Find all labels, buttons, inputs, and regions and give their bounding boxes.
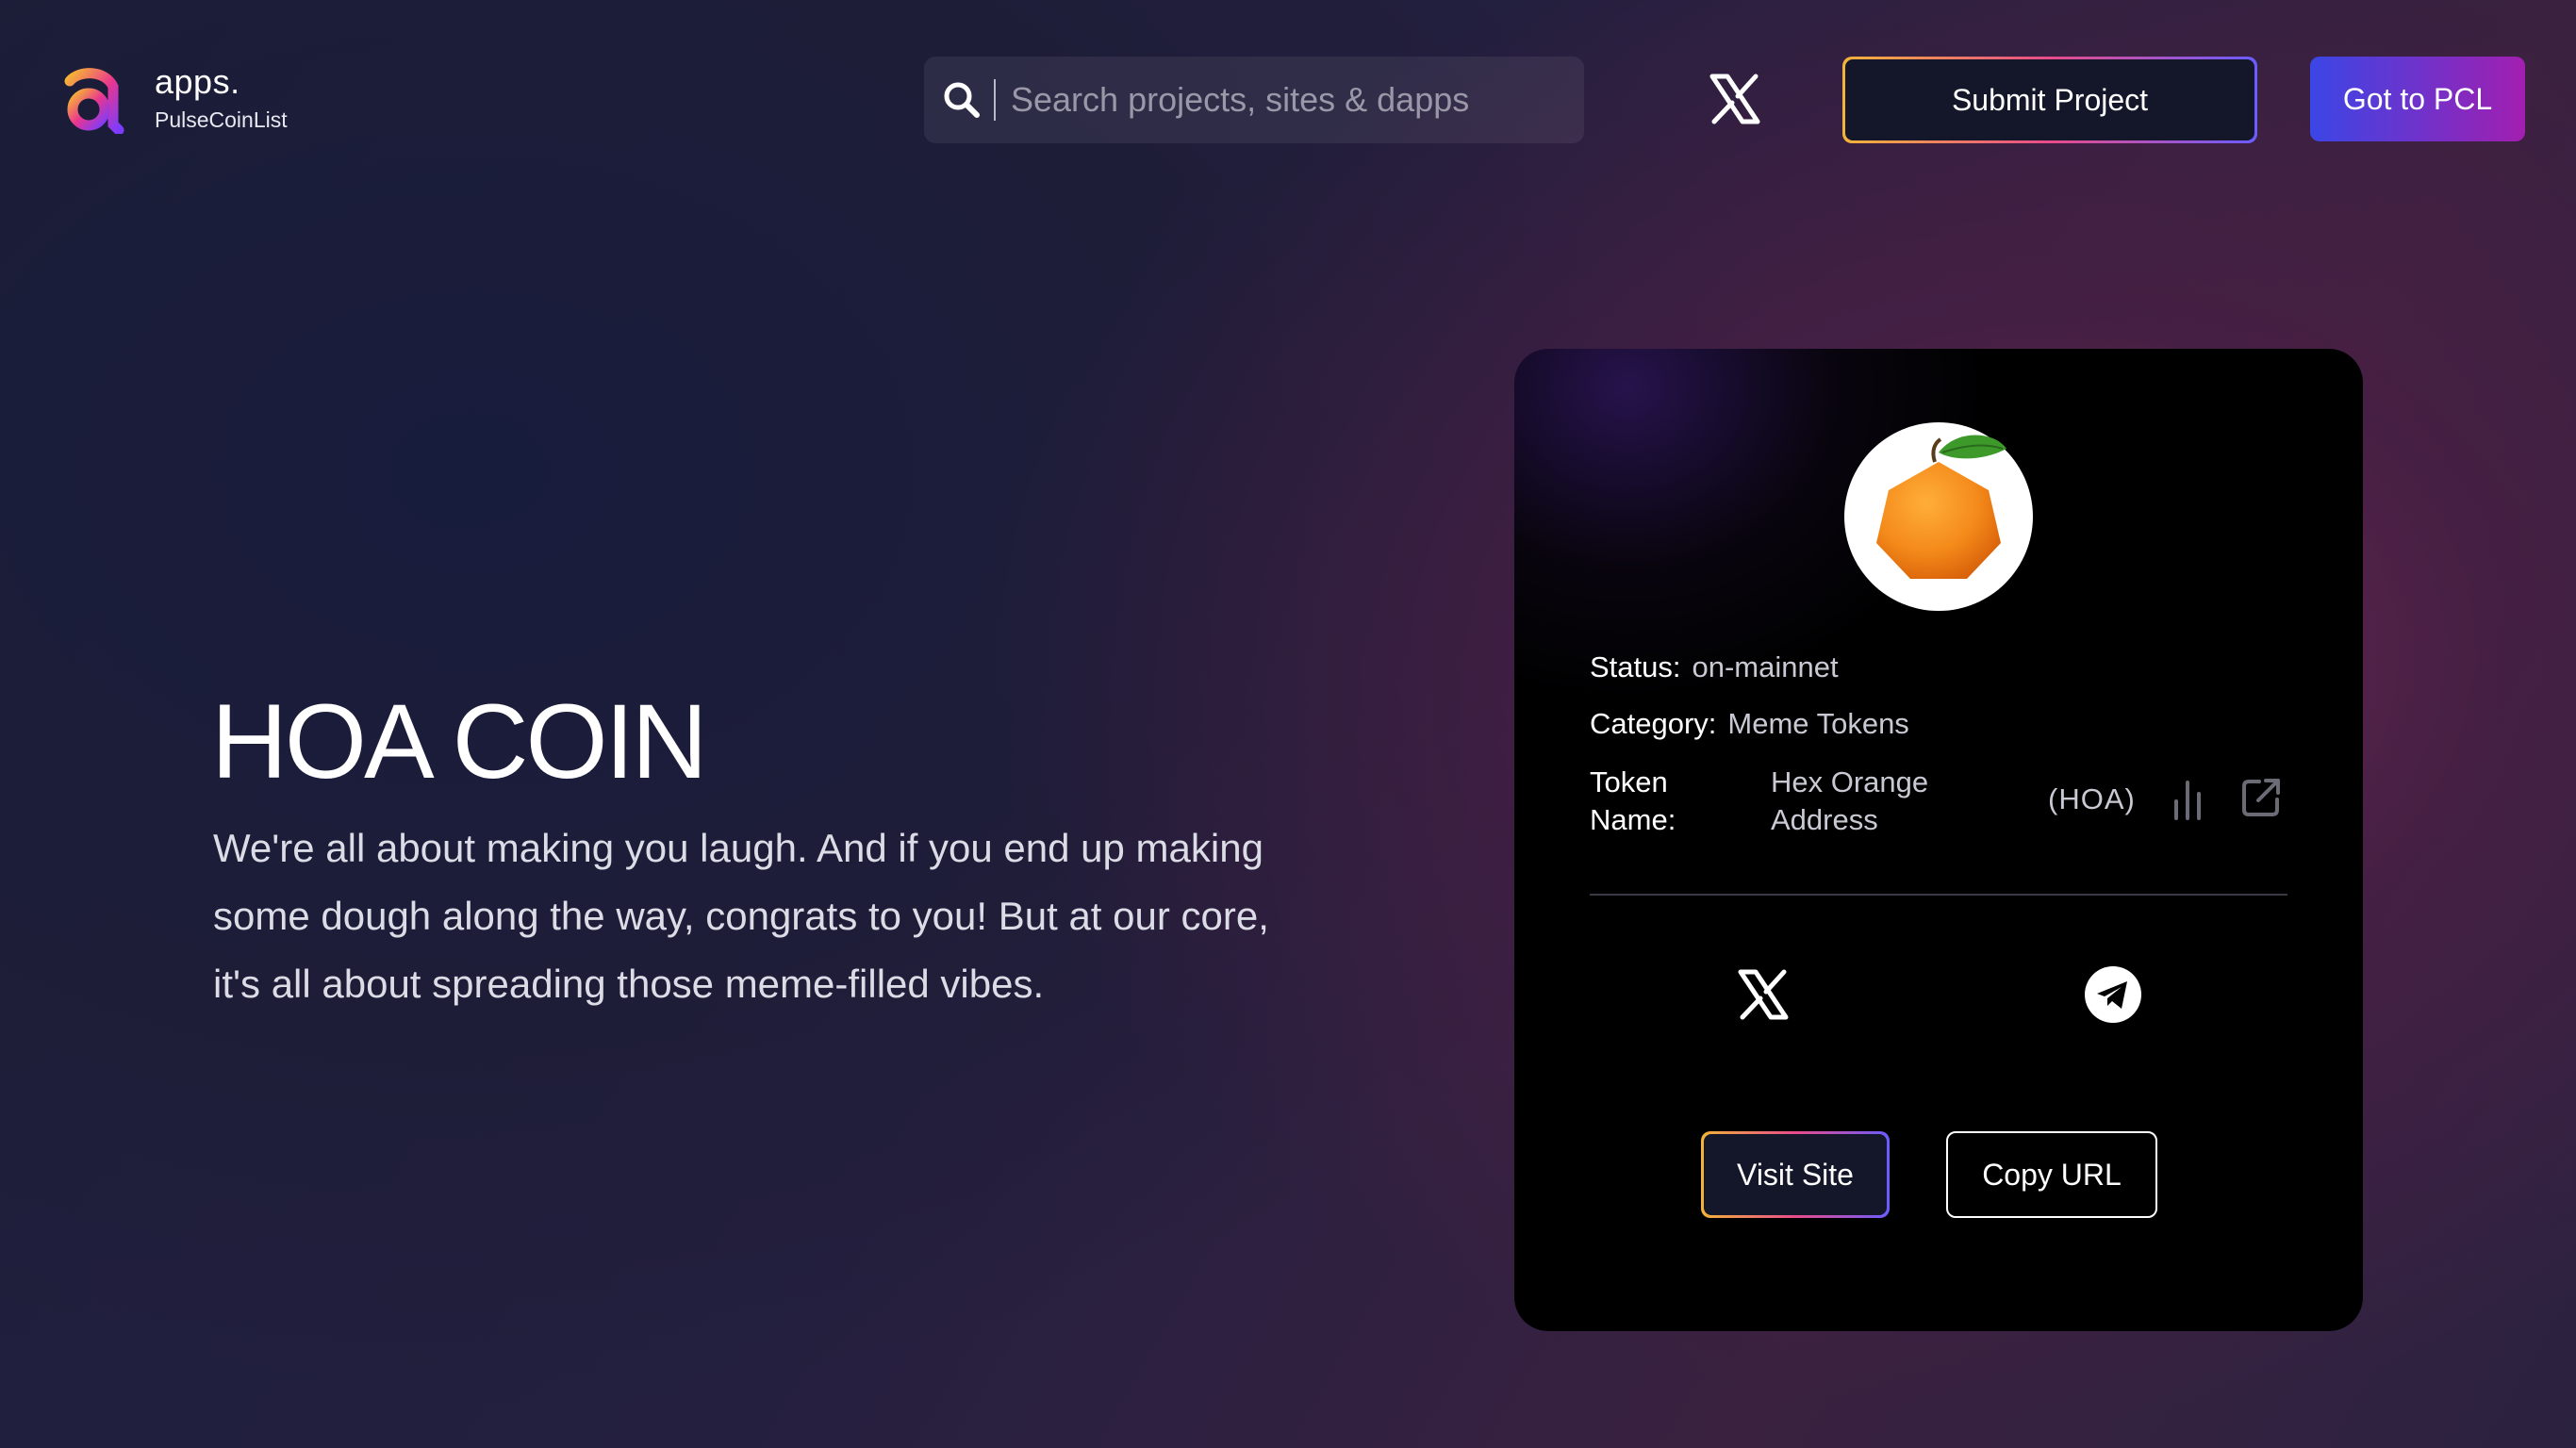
telegram-icon[interactable] bbox=[2084, 965, 2142, 1024]
category-value: Meme Tokens bbox=[1727, 707, 1909, 740]
status-label: Status: bbox=[1590, 650, 1681, 683]
brand-subtitle: PulseCoinList bbox=[155, 107, 288, 132]
x-icon[interactable] bbox=[1737, 969, 1790, 1020]
go-to-pcl-button[interactable]: Got to PCL bbox=[2310, 57, 2525, 141]
text-caret bbox=[994, 79, 996, 121]
copy-url-button[interactable]: Copy URL bbox=[1946, 1131, 2157, 1218]
search-input[interactable] bbox=[1011, 57, 1584, 143]
submit-project-button[interactable]: Submit Project bbox=[1842, 57, 2257, 143]
apps-logo-icon[interactable] bbox=[58, 66, 124, 134]
visit-site-button[interactable]: Visit Site bbox=[1701, 1131, 1890, 1218]
project-description: We're all about making you laugh. And if… bbox=[213, 826, 1269, 1006]
submit-project-label: Submit Project bbox=[1845, 59, 2254, 140]
external-link-icon[interactable] bbox=[2240, 777, 2282, 818]
orange-hexagon-logo bbox=[1876, 435, 2006, 579]
token-name-value: Hex Orange Address bbox=[1771, 765, 1929, 836]
bar-chart-icon[interactable] bbox=[2169, 779, 2206, 820]
status-value: on-mainnet bbox=[1692, 650, 1839, 683]
x-icon[interactable] bbox=[1709, 74, 1761, 124]
token-logo bbox=[1844, 422, 2033, 611]
project-card: Status: on-mainnet Category: Meme Tokens T… bbox=[1514, 349, 2363, 1331]
category-row: Category: Meme Tokens bbox=[1590, 707, 1909, 741]
brand-name: apps. bbox=[155, 62, 240, 101]
search-icon bbox=[944, 82, 980, 118]
visit-site-label: Visit Site bbox=[1704, 1134, 1887, 1215]
search-bar[interactable] bbox=[924, 57, 1584, 143]
divider bbox=[1590, 894, 2287, 896]
token-name-label: Token Name: bbox=[1590, 765, 1676, 836]
status-row: Status: on-mainnet bbox=[1590, 650, 1839, 684]
page-title: HOA COIN bbox=[211, 683, 708, 800]
token-symbol: (HOA) bbox=[2048, 782, 2136, 815]
category-label: Category: bbox=[1590, 707, 1717, 740]
